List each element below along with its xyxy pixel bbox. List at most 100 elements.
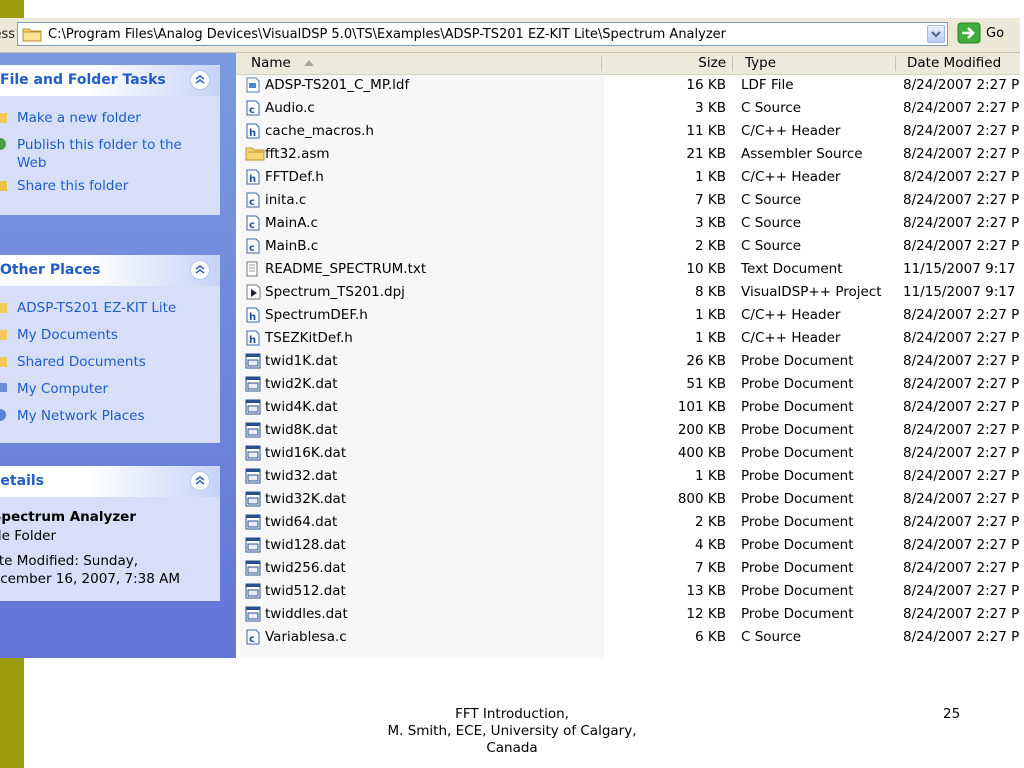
file-size: 11 KB (686, 123, 726, 139)
file-name[interactable]: FFTDef.h (265, 169, 324, 185)
file-row[interactable]: twid8K.dat 200 KB Probe Document 8/24/2007 … (236, 419, 1020, 442)
svg-text:c: c (249, 634, 255, 645)
file-row[interactable]: h TSEZKitDef.h 1 KB C/C++ Header 8/24/2007 2… (236, 327, 1020, 350)
panel-header[interactable]: Details (0, 466, 220, 497)
file-name[interactable]: TSEZKitDef.h (265, 330, 353, 346)
address-dropdown-button[interactable] (927, 25, 945, 43)
file-name[interactable]: twid256.dat (265, 560, 346, 576)
file-row[interactable]: twid32.dat 1 KB Probe Document 8/24/2007 2:… (236, 465, 1020, 488)
file-date-modified: 8/24/2007 2:27 PM (903, 376, 1020, 392)
file-row[interactable]: c inita.c 7 KB C Source 8/24/2007 2:27 PM (236, 189, 1020, 212)
chevron-up-icon (195, 265, 205, 274)
file-name[interactable]: MainA.c (265, 215, 318, 231)
file-row[interactable]: ADSP-TS201_C_MP.ldf 16 KB LDF File 8/24/200… (236, 74, 1020, 97)
column-separator[interactable] (895, 56, 896, 71)
file-name[interactable]: twid4K.dat (265, 399, 338, 415)
file-name[interactable]: twiddles.dat (265, 606, 348, 622)
panel-header[interactable]: Other Places (0, 255, 220, 286)
file-size: 16 KB (686, 77, 726, 93)
folder-icon (0, 300, 7, 314)
file-name[interactable]: Audio.c (265, 100, 315, 116)
details-date-modified: Date Modified: Sunday, (0, 553, 138, 569)
collapse-button[interactable] (190, 260, 210, 280)
file-name[interactable]: twid128.dat (265, 537, 346, 553)
file-row[interactable]: c MainA.c 3 KB C Source 8/24/2007 2:27 PM (236, 212, 1020, 235)
file-type: C Source (741, 238, 802, 254)
file-size: 2 KB (695, 238, 726, 254)
file-row[interactable]: twiddles.dat 12 KB Probe Document 8/24/2007… (236, 603, 1020, 626)
file-name[interactable]: twid64.dat (265, 514, 337, 530)
file-size: 800 KB (677, 491, 726, 507)
footer-line: FFT Introduction, (455, 706, 569, 722)
panel-title: Other Places (0, 262, 101, 278)
file-row[interactable]: c Audio.c 3 KB C Source 8/24/2007 2:27 PM (236, 97, 1020, 120)
file-type: C/C++ Header (741, 123, 841, 139)
column-header-date-modified[interactable]: Date Modified (907, 53, 1020, 74)
svg-text:h: h (249, 335, 256, 346)
collapse-button[interactable] (190, 70, 210, 90)
panel-header[interactable]: File and Folder Tasks (0, 65, 220, 96)
file-type: Probe Document (741, 376, 854, 392)
file-row[interactable]: h FFTDef.h 1 KB C/C++ Header 8/24/2007 2:27 … (236, 166, 1020, 189)
file-name[interactable]: twid1K.dat (265, 353, 338, 369)
file-row[interactable]: c Variablesa.c 6 KB C Source 8/24/2007 2:27 … (236, 626, 1020, 649)
file-size: 7 KB (695, 560, 726, 576)
assembler-file-icon (245, 146, 265, 162)
file-name[interactable]: fft32.asm (265, 146, 330, 162)
panel-title: File and Folder Tasks (0, 72, 166, 88)
file-date-modified: 8/24/2007 2:27 PM (903, 537, 1020, 553)
file-name[interactable]: twid32.dat (265, 468, 337, 484)
go-button[interactable]: Go (955, 21, 1020, 47)
file-name[interactable]: Spectrum_TS201.dpj (265, 284, 405, 300)
file-row[interactable]: twid16K.dat 400 KB Probe Document 8/24/2007… (236, 442, 1020, 465)
file-name[interactable]: cache_macros.h (265, 123, 374, 139)
file-name[interactable]: twid512.dat (265, 583, 346, 599)
file-name[interactable]: MainB.c (265, 238, 318, 254)
file-list-view: Name Size Type Date Modified ADSP-TS201_… (236, 53, 1020, 658)
file-date-modified: 8/24/2007 2:27 PM (903, 330, 1020, 346)
file-size: 3 KB (695, 215, 726, 231)
collapse-button[interactable] (190, 471, 210, 491)
file-row[interactable]: twid512.dat 13 KB Probe Document 8/24/2007 … (236, 580, 1020, 603)
file-type: Probe Document (741, 468, 854, 484)
file-name[interactable]: Variablesa.c (265, 629, 347, 645)
file-name[interactable]: ADSP-TS201_C_MP.ldf (265, 77, 409, 93)
svg-text:c: c (249, 105, 255, 116)
file-type: Probe Document (741, 583, 854, 599)
file-date-modified: 11/15/2007 9:17 AM (903, 261, 1020, 277)
file-name[interactable]: twid2K.dat (265, 376, 338, 392)
file-date-modified: 8/24/2007 2:27 PM (903, 169, 1020, 185)
address-field[interactable]: C:\Program Files\Analog Devices\VisualDS… (17, 22, 948, 46)
file-name[interactable]: twid32K.dat (265, 491, 346, 507)
file-row[interactable]: c MainB.c 2 KB C Source 8/24/2007 2:27 PM (236, 235, 1020, 258)
file-row[interactable]: twid32K.dat 800 KB Probe Document 8/24/2007… (236, 488, 1020, 511)
file-row[interactable]: twid64.dat 2 KB Probe Document 8/24/2007 2:… (236, 511, 1020, 534)
file-name[interactable]: inita.c (265, 192, 306, 208)
file-row[interactable]: twid4K.dat 101 KB Probe Document 8/24/2007 … (236, 396, 1020, 419)
svg-text:h: h (249, 128, 256, 139)
file-row[interactable]: fft32.asm 21 KB Assembler Source 8/24/2007 … (236, 143, 1020, 166)
probe-document-icon (245, 376, 261, 392)
file-row[interactable]: twid2K.dat 51 KB Probe Document 8/24/2007 2… (236, 373, 1020, 396)
file-name[interactable]: twid16K.dat (265, 445, 346, 461)
file-row[interactable]: h SpectrumDEF.h 1 KB C/C++ Header 8/24/2007 … (236, 304, 1020, 327)
column-header-name[interactable]: Name (251, 53, 601, 74)
column-header-size[interactable]: Size (602, 53, 726, 74)
file-name[interactable]: twid8K.dat (265, 422, 338, 438)
file-date-modified: 8/24/2007 2:27 PM (903, 192, 1020, 208)
file-name[interactable]: SpectrumDEF.h (265, 307, 368, 323)
column-header-row: Name Size Type Date Modified (236, 53, 1020, 75)
file-row[interactable]: twid1K.dat 26 KB Probe Document 8/24/2007 2… (236, 350, 1020, 373)
address-path[interactable]: C:\Program Files\Analog Devices\VisualDS… (48, 27, 726, 42)
column-separator[interactable] (732, 56, 733, 71)
file-row[interactable]: h cache_macros.h 11 KB C/C++ Header 8/24/200… (236, 120, 1020, 143)
probe-document-icon (245, 583, 261, 599)
file-name[interactable]: README_SPECTRUM.txt (265, 261, 426, 277)
file-row[interactable]: twid128.dat 4 KB Probe Document 8/24/2007 2… (236, 534, 1020, 557)
file-row[interactable]: README_SPECTRUM.txt 10 KB Text Document 11/… (236, 258, 1020, 281)
file-row[interactable]: Spectrum_TS201.dpj 8 KB VisualDSP++ Projec… (236, 281, 1020, 304)
column-header-type[interactable]: Type (745, 53, 895, 74)
file-date-modified: 8/24/2007 2:27 PM (903, 77, 1020, 93)
file-row[interactable]: twid256.dat 7 KB Probe Document 8/24/2007 2… (236, 557, 1020, 580)
file-date-modified: 8/24/2007 2:27 PM (903, 629, 1020, 645)
